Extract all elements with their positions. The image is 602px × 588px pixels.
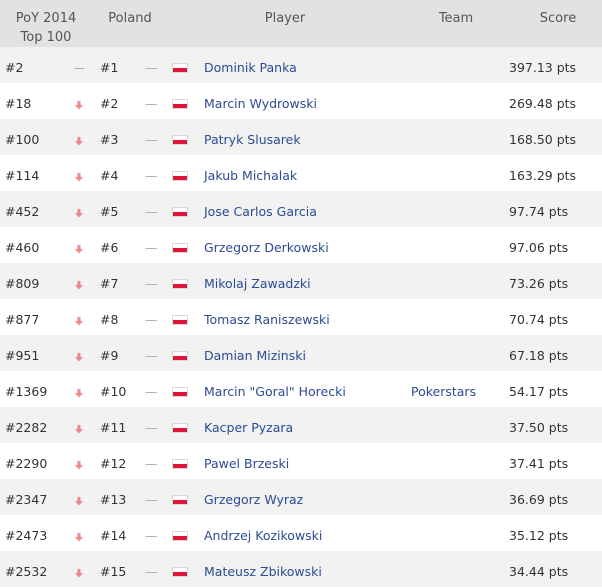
header-score[interactable]: Score bbox=[520, 9, 596, 28]
table-row: #2 #1— Dominik Panka 397.13 pts bbox=[0, 47, 602, 83]
score-value: 34.44 pts bbox=[509, 564, 569, 579]
table-row: #18 #2— Marcin Wydrowski 269.48 pts bbox=[0, 83, 602, 119]
header-poy-line1: PoY 2014 bbox=[15, 11, 77, 26]
trend-down-icon bbox=[75, 208, 83, 217]
poland-flag-icon bbox=[172, 63, 188, 73]
trend-down-icon bbox=[75, 136, 83, 145]
poland-flag-icon bbox=[172, 351, 188, 361]
poland-flag-icon bbox=[172, 207, 188, 217]
poland-flag-icon bbox=[172, 531, 188, 541]
table-row: #2347 #13— Grzegorz Wyraz 36.69 pts bbox=[0, 479, 602, 515]
trend-down-icon bbox=[75, 496, 83, 505]
trend-down-icon bbox=[75, 172, 83, 181]
table-row: #114 #4— Jakub Michalak 163.29 pts bbox=[0, 155, 602, 191]
trend-down-icon bbox=[75, 532, 83, 541]
table-body: #2 #1— Dominik Panka 397.13 pts #18 #2— Marcin… bbox=[0, 47, 602, 587]
trend-down-icon bbox=[75, 460, 83, 469]
table-row: #2282 #11— Kacper Pyzara 37.50 pts bbox=[0, 407, 602, 443]
table-header: PoY 2014 Top 100 Poland Player Team Scor… bbox=[0, 0, 602, 47]
header-poy-rank[interactable]: PoY 2014 Top 100 bbox=[2, 9, 90, 47]
table-row: #1369 #10— Marcin "Goral" Horecki Pokerstar… bbox=[0, 371, 602, 407]
trend-down-icon bbox=[75, 244, 83, 253]
trend-down-icon bbox=[75, 280, 83, 289]
table-row: #2290 #12— Pawel Brzeski 37.41 pts bbox=[0, 443, 602, 479]
table-row: #877 #8— Tomasz Raniszewski 70.74 pts bbox=[0, 299, 602, 335]
poland-flag-icon bbox=[172, 135, 188, 145]
poland-flag-icon bbox=[172, 315, 188, 325]
table-row: #452 #5— Jose Carlos Garcia 97.74 pts bbox=[0, 191, 602, 227]
poland-trend-dash: — bbox=[145, 564, 158, 579]
header-player[interactable]: Player bbox=[205, 9, 365, 28]
header-poy-line2: Top 100 bbox=[20, 30, 72, 45]
poy-rank: #2532 bbox=[5, 564, 48, 579]
trend-unchanged-icon bbox=[74, 68, 84, 69]
trend-down-icon bbox=[75, 100, 83, 109]
poland-rank: #15 bbox=[100, 564, 127, 579]
table-row: #951 #9— Damian Mizinski 67.18 pts bbox=[0, 335, 602, 371]
poland-flag-icon bbox=[172, 243, 188, 253]
rankings-table: PoY 2014 Top 100 Poland Player Team Scor… bbox=[0, 0, 602, 588]
poland-flag-icon bbox=[172, 495, 188, 505]
table-row: #2532 #15 — Mateusz Zbikowski 34.44 pts bbox=[0, 551, 602, 587]
trend-down-icon bbox=[75, 316, 83, 325]
poland-flag-icon bbox=[172, 387, 188, 397]
poland-flag-icon bbox=[172, 567, 188, 577]
trend-down-icon bbox=[75, 424, 83, 433]
poland-flag-icon bbox=[172, 171, 188, 181]
table-row: #460 #6— Grzegorz Derkowski 97.06 pts bbox=[0, 227, 602, 263]
trend-down-icon bbox=[75, 388, 83, 397]
poland-flag-icon bbox=[172, 279, 188, 289]
trend-indicator bbox=[72, 551, 86, 588]
trend-down-icon bbox=[75, 568, 83, 577]
player-name-link[interactable]: Mateusz Zbikowski bbox=[204, 551, 322, 588]
trend-down-icon bbox=[75, 352, 83, 361]
poland-flag-icon bbox=[172, 423, 188, 433]
poland-flag-icon bbox=[172, 459, 188, 469]
header-poland-rank[interactable]: Poland bbox=[100, 9, 160, 28]
header-team[interactable]: Team bbox=[418, 9, 494, 28]
table-row: #2473 #14— Andrzej Kozikowski 35.12 pts bbox=[0, 515, 602, 551]
table-row: #809 #7— Mikolaj Zawadzki 73.26 pts bbox=[0, 263, 602, 299]
table-row: #100 #3— Patryk Slusarek 168.50 pts bbox=[0, 119, 602, 155]
poland-flag-icon bbox=[172, 99, 188, 109]
